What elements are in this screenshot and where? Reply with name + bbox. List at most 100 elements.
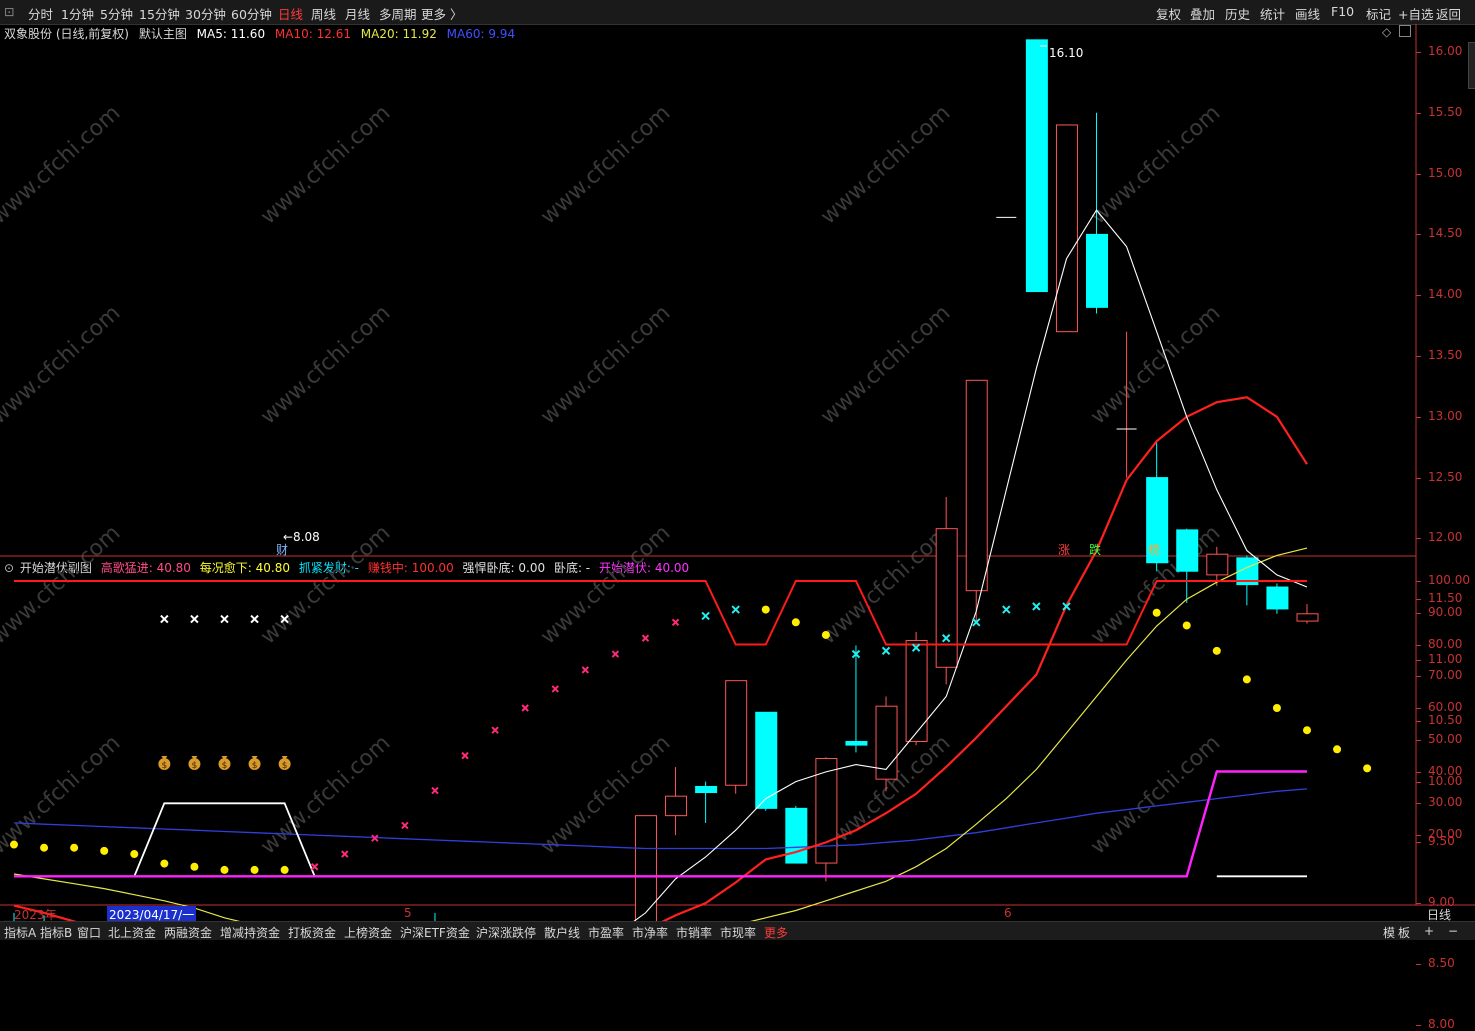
watermark-text: www.cfchi.com: [816, 301, 955, 430]
candle-up: [1296, 613, 1319, 622]
tab-etf-funds[interactable]: 沪深ETF资金: [400, 924, 470, 941]
cai-marker: 财: [276, 543, 288, 557]
sub-tick-mark: [1416, 835, 1421, 836]
price-tick-label: 11.50: [1428, 591, 1463, 606]
sub-yellow-dot: [1333, 745, 1342, 754]
sub-yellow-dot: [761, 605, 770, 614]
die-marker: 跌: [1089, 542, 1101, 557]
money-bag-sign: $: [282, 761, 288, 771]
price-tick-mark: [1416, 842, 1421, 844]
price-tick-mark: [1416, 356, 1421, 357]
tab-window[interactable]: 窗口: [77, 924, 101, 941]
candle-up: [665, 795, 688, 817]
price-tick-mark: [1416, 903, 1421, 905]
zoom-out-button[interactable]: −: [1448, 924, 1458, 938]
price-tick-label: 12.50: [1428, 469, 1463, 484]
sub-pink-cross: [461, 751, 469, 760]
watermark-text: www.cfchi.com: [0, 731, 125, 860]
watermark-text: www.cfchi.com: [1086, 301, 1225, 430]
low-price-label: ←8.08: [283, 530, 320, 544]
price-tick-label: 13.00: [1428, 408, 1463, 423]
tab-pb[interactable]: 市净率: [632, 924, 668, 941]
candle-down: [845, 740, 868, 746]
watermark-text: www.cfchi.com: [0, 521, 125, 650]
watermark-text: www.cfchi.com: [256, 521, 395, 650]
sub-white-cross: [250, 614, 259, 624]
price-tick-mark: [1416, 720, 1421, 722]
sub-pink-cross: [671, 618, 680, 626]
candle-up: [905, 640, 928, 742]
watermark-text: www.cfchi.com: [536, 101, 675, 230]
candle-up: [725, 680, 748, 786]
tab-pcf[interactable]: 市现率: [720, 924, 756, 941]
candle-down: [695, 785, 718, 794]
template-label-b[interactable]: 板: [1398, 924, 1410, 941]
tab-limit-updown[interactable]: 沪深涨跌停: [476, 924, 536, 941]
price-tick-label: 15.50: [1428, 104, 1463, 119]
sub-yellow-dot: [821, 630, 830, 639]
sub-yellow-dot: [1212, 646, 1221, 655]
right-scroll-handle[interactable]: [1468, 42, 1475, 89]
indicator-tab-bar: 指标A 指标B 窗口 北上资金 两融资金 增减持资金 打板资金 上榜资金 沪深E…: [0, 921, 1475, 940]
money-bag-sign: $: [252, 761, 258, 771]
price-tick-mark: [1416, 538, 1421, 540]
sub-pink-cross: [310, 863, 319, 871]
tab-holding-change[interactable]: 增减持资金: [220, 924, 280, 941]
sub-pink-cross: [611, 650, 620, 658]
tab-ps[interactable]: 市销率: [676, 924, 712, 941]
watermark-text: www.cfchi.com: [536, 301, 675, 430]
sub-white-cross: [220, 614, 229, 624]
sub-yellow-dot: [1303, 726, 1312, 735]
ma10-line: [13, 396, 1308, 939]
tab-list-funds[interactable]: 上榜资金: [344, 924, 392, 941]
price-tick-label: 13.50: [1428, 348, 1463, 362]
price-tick-label: 15.00: [1428, 165, 1463, 180]
sub-tick-mark: [1416, 676, 1421, 678]
price-tick-mark: [1416, 173, 1421, 175]
sub-tick-label: 50.00: [1428, 731, 1463, 746]
sub-pink-cross: [341, 850, 349, 858]
sub-tick-label: 30.00: [1428, 795, 1463, 810]
watermark-text: www.cfchi.com: [1086, 101, 1225, 230]
template-label-a[interactable]: 模: [1383, 924, 1395, 941]
tab-indicator-b[interactable]: 指标B: [40, 924, 72, 941]
candle-down: [1025, 39, 1048, 293]
price-tick-label: 12.00: [1428, 530, 1463, 545]
sub-tick-label: 20.00: [1428, 827, 1463, 841]
zoom-in-button[interactable]: +: [1424, 924, 1434, 938]
sub-tick-label: 60.00: [1428, 700, 1463, 714]
sub-yellow-dot: [100, 846, 109, 855]
sub-yellow-dot: [250, 865, 259, 874]
sub-cyan-cross: [1002, 605, 1011, 614]
sub-pink-cross: [491, 726, 499, 734]
tab-retail-line[interactable]: 散户线: [544, 924, 580, 941]
watermark-text: www.cfchi.com: [816, 101, 955, 230]
watermark-text: www.cfchi.com: [256, 731, 395, 860]
tab-indicator-a[interactable]: 指标A: [4, 924, 36, 941]
tab-more[interactable]: 更多: [764, 924, 788, 941]
watermark-text: www.cfchi.com: [0, 301, 125, 430]
price-tick-mark: [1416, 964, 1421, 965]
sub-cyan-cross: [881, 646, 891, 656]
tab-pe[interactable]: 市盈率: [588, 924, 624, 941]
price-tick-label: 14.50: [1428, 226, 1463, 241]
sub-yellow-dot: [1182, 621, 1191, 630]
price-tick-mark: [1416, 660, 1421, 661]
sub-yellow-dot: [130, 850, 139, 859]
sub-yellow-dot: [220, 865, 229, 874]
price-tick-label: 8.50: [1428, 956, 1455, 970]
tab-limit-funds[interactable]: 打板资金: [288, 924, 336, 941]
price-tick-mark: [1416, 1024, 1421, 1026]
price-tick-label: 14.00: [1428, 287, 1463, 302]
watermark-text: www.cfchi.com: [256, 101, 395, 230]
zhang-marker: 涨: [1058, 542, 1070, 557]
price-tick-mark: [1416, 112, 1421, 114]
tab-margin-funds[interactable]: 两融资金: [164, 924, 212, 941]
stock-chart[interactable]: www.cfchi.com www.cfchi.com www.cfchi.com w…: [0, 0, 1475, 939]
sub-yellow-dot: [791, 618, 800, 627]
sub-white-cross: [190, 614, 199, 624]
candle-down: [1086, 233, 1109, 308]
tab-north-funds[interactable]: 北上资金: [108, 924, 156, 941]
price-tick-mark: [1416, 295, 1421, 297]
candle-up: [965, 379, 988, 592]
